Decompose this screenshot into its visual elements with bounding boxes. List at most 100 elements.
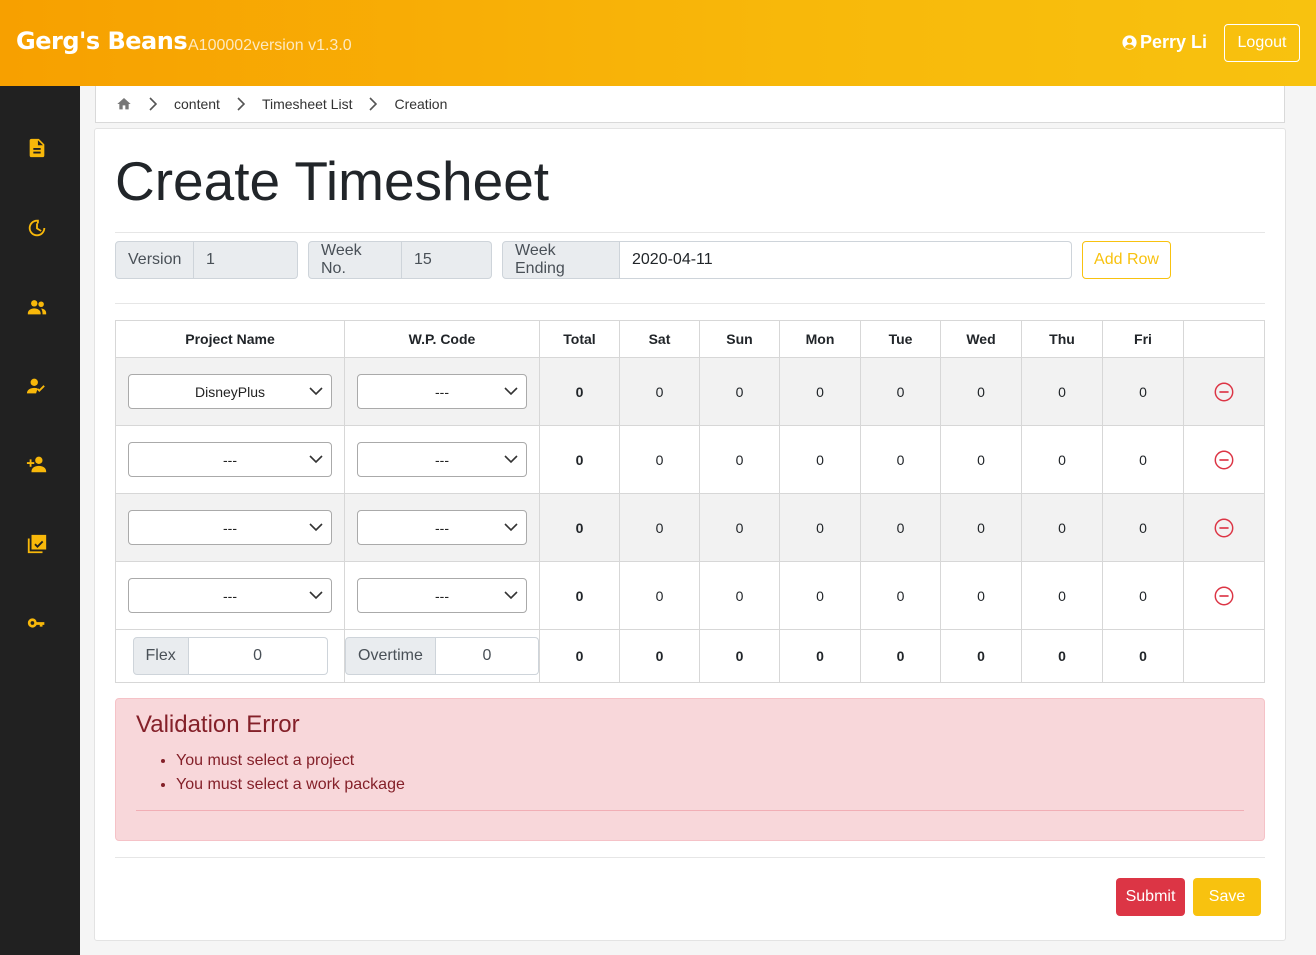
hours-fri[interactable]: 0 [1102, 425, 1184, 494]
breadcrumb-content[interactable]: content [174, 96, 220, 112]
project-select-value: --- [223, 451, 237, 468]
remove-row-icon[interactable] [1213, 585, 1235, 607]
chevron-down-icon [504, 455, 518, 464]
hours-mon[interactable]: 0 [779, 561, 861, 630]
chevron-down-icon [309, 523, 323, 532]
alert-message: You must select a project [176, 749, 405, 773]
hours-fri[interactable]: 0 [1102, 493, 1184, 562]
alert-message: You must select a work package [176, 773, 405, 797]
hours-sun[interactable]: 0 [699, 357, 780, 426]
sidebar-item-documents[interactable] [26, 137, 48, 159]
chevron-down-icon [309, 387, 323, 396]
person-check-icon [26, 378, 45, 394]
wp-code-select[interactable]: --- [357, 510, 527, 545]
column-header-fri: Fri [1102, 320, 1184, 358]
column-header-mon: Mon [779, 320, 861, 358]
sidebar-item-checklist[interactable] [26, 533, 48, 555]
logout-button[interactable]: Logout [1224, 24, 1300, 62]
column-header-wp-code: W.P. Code [344, 320, 540, 358]
hours-thu[interactable]: 0 [1021, 425, 1103, 494]
remove-row-icon[interactable] [1213, 517, 1235, 539]
project-select-value: --- [223, 519, 237, 536]
row-total: 0 [539, 425, 620, 494]
project-select[interactable]: --- [128, 442, 332, 477]
brand-logo[interactable]: Gerg's Beans [16, 27, 188, 55]
breadcrumb-timesheet-list[interactable]: Timesheet List [262, 96, 353, 112]
week-ending-input[interactable]: 2020-04-11 [620, 241, 1072, 279]
people-icon [27, 300, 47, 315]
sidebar-item-add-user[interactable] [26, 453, 48, 475]
chevron-down-icon [504, 591, 518, 600]
alert-divider [136, 810, 1244, 811]
hours-tue[interactable]: 0 [860, 425, 941, 494]
chevron-right-icon [237, 97, 245, 111]
divider [115, 232, 1265, 233]
column-header-actions [1183, 320, 1265, 358]
project-select[interactable]: --- [128, 578, 332, 613]
hours-wed[interactable]: 0 [940, 561, 1022, 630]
hours-sat[interactable]: 0 [619, 425, 700, 494]
hours-sat[interactable]: 0 [619, 357, 700, 426]
alert-title: Validation Error [136, 711, 300, 738]
breadcrumb-creation: Creation [394, 96, 448, 112]
remove-row-icon[interactable] [1213, 449, 1235, 471]
hours-sun[interactable]: 0 [699, 425, 780, 494]
hours-sat[interactable]: 0 [619, 561, 700, 630]
document-icon [29, 138, 45, 158]
total-thu: 0 [1021, 629, 1103, 683]
timer-icon [28, 219, 46, 237]
hours-thu[interactable]: 0 [1021, 493, 1103, 562]
submit-button[interactable]: Submit [1116, 878, 1185, 916]
table-row: --- --- 0 0 0 0 0 0 0 0 [115, 493, 1265, 562]
version-group: Version 1 [115, 241, 298, 279]
overtime-input[interactable]: 0 [435, 637, 539, 675]
hours-sun[interactable]: 0 [699, 561, 780, 630]
save-button[interactable]: Save [1193, 878, 1261, 916]
top-navbar: Gerg's Beans A100002version v1.3.0 Perry… [0, 0, 1316, 86]
wp-code-select[interactable]: --- [357, 442, 527, 477]
hours-sun[interactable]: 0 [699, 493, 780, 562]
wp-code-select[interactable]: --- [357, 578, 527, 613]
hours-sat[interactable]: 0 [619, 493, 700, 562]
hours-thu[interactable]: 0 [1021, 561, 1103, 630]
table-row: --- --- 0 0 0 0 0 0 0 0 [115, 425, 1265, 494]
wp-code-select-value: --- [435, 587, 449, 604]
key-icon [27, 618, 45, 628]
total-tue: 0 [860, 629, 941, 683]
hours-wed[interactable]: 0 [940, 357, 1022, 426]
hours-fri[interactable]: 0 [1102, 561, 1184, 630]
totals-row: Flex 0 Overtime 0 0 0 0 0 0 0 0 0 [115, 629, 1265, 683]
hours-mon[interactable]: 0 [779, 425, 861, 494]
sidebar-item-people[interactable] [26, 296, 48, 318]
week-no-label: Week No. [308, 241, 402, 279]
user-menu[interactable]: Perry Li [1121, 32, 1207, 53]
project-select-value: DisneyPlus [194, 383, 266, 400]
hours-mon[interactable]: 0 [779, 493, 861, 562]
wp-code-select[interactable]: --- [357, 374, 527, 409]
home-icon[interactable] [116, 96, 132, 112]
divider [115, 303, 1265, 304]
hours-thu[interactable]: 0 [1021, 357, 1103, 426]
flex-input[interactable]: 0 [188, 637, 328, 675]
hours-mon[interactable]: 0 [779, 357, 861, 426]
total-sat: 0 [619, 629, 700, 683]
sidebar-item-approvals[interactable] [26, 375, 48, 397]
hours-tue[interactable]: 0 [860, 561, 941, 630]
project-select[interactable]: --- [128, 510, 332, 545]
hours-tue[interactable]: 0 [860, 357, 941, 426]
column-header-sun: Sun [699, 320, 780, 358]
hours-fri[interactable]: 0 [1102, 357, 1184, 426]
hours-wed[interactable]: 0 [940, 425, 1022, 494]
remove-row-icon[interactable] [1213, 381, 1235, 403]
sidebar-item-keys[interactable] [26, 612, 48, 634]
add-row-button[interactable]: Add Row [1082, 241, 1171, 279]
week-ending-group: Week Ending 2020-04-11 [502, 241, 1072, 279]
total-fri: 0 [1102, 629, 1184, 683]
week-no-group: Week No. 15 [308, 241, 492, 279]
project-select[interactable]: DisneyPlus [128, 374, 332, 409]
hours-tue[interactable]: 0 [860, 493, 941, 562]
sidebar-item-timer[interactable] [26, 217, 48, 239]
row-total: 0 [539, 493, 620, 562]
hours-wed[interactable]: 0 [940, 493, 1022, 562]
column-header-project: Project Name [115, 320, 345, 358]
